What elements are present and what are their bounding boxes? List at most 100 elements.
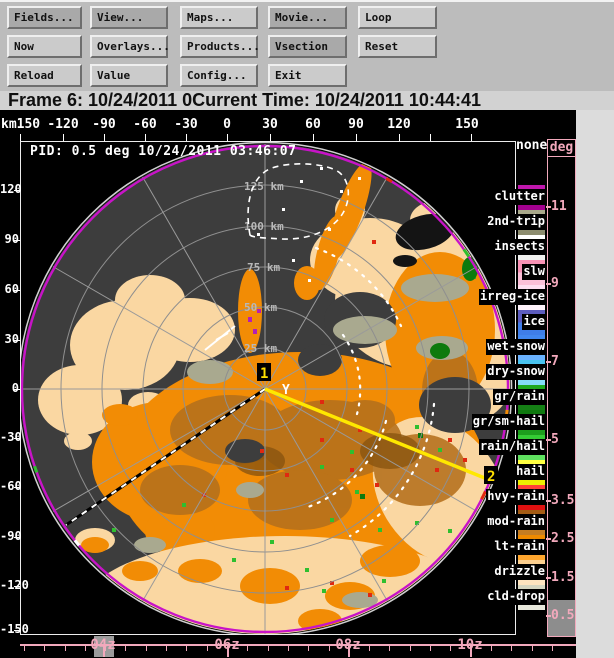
pid-status-text: PID: 0.5 deg 10/24/2011 03:46:07 [30, 144, 297, 159]
y-axis-tick [14, 340, 20, 341]
y-axis-tick [14, 190, 20, 191]
legend-label: mod-rain [486, 514, 546, 530]
elevation-tick-label[interactable]: 0.5 [551, 608, 577, 623]
x-axis-label: 150 [455, 117, 479, 132]
elevation-tick [546, 206, 551, 208]
reset-button[interactable]: Reset [358, 35, 437, 58]
x-axis-label: km150 [1, 117, 41, 132]
elevation-tick [546, 615, 551, 617]
legend-label: slw [522, 264, 546, 280]
x-axis-label: -90 [92, 117, 116, 132]
legend-label: dry-snow [486, 364, 546, 380]
now-button[interactable]: Now [7, 35, 82, 58]
x-axis-tick [104, 134, 105, 141]
elevation-tick-label[interactable]: 9 [551, 276, 577, 291]
exit-button[interactable]: Exit [268, 64, 347, 87]
time-label: 10z [457, 637, 483, 653]
x-axis-tick [471, 134, 472, 141]
svg-text:125 km: 125 km [244, 180, 284, 193]
x-axis-label: 120 [387, 117, 411, 132]
time-minor-tick [166, 646, 167, 651]
waypoint-1[interactable]: 1 [257, 363, 271, 382]
time-minor-tick [511, 646, 512, 651]
y-axis-tick [14, 630, 20, 631]
frame-label: Frame 6: 10/24/2011 0 [8, 90, 193, 110]
legend-label: hvy-rain [486, 489, 546, 505]
y-axis-tick [14, 290, 20, 291]
right-gutter [576, 110, 614, 658]
y-axis-label: -90 [0, 529, 22, 543]
legend-label: lt-rain [493, 539, 546, 555]
y-axis-label: -150 [0, 622, 29, 636]
y-axis-label: -60 [0, 479, 22, 493]
x-axis-tick [63, 134, 64, 141]
svg-text:25 km: 25 km [244, 342, 277, 355]
elevation-tick [546, 283, 551, 285]
vsection-button[interactable]: Vsection [268, 35, 347, 58]
time-label: 06z [214, 637, 240, 653]
time-minor-tick [186, 646, 187, 651]
x-axis-label: -60 [133, 117, 157, 132]
elevation-tick-label[interactable]: 3.5 [551, 493, 577, 508]
x-axis-label: 0 [223, 117, 231, 132]
time-minor-tick [308, 646, 309, 651]
legend-label: drizzle [493, 564, 546, 580]
track-symbol: Y [282, 383, 290, 398]
y-axis-tick [14, 586, 20, 587]
y-axis-tick [14, 537, 20, 538]
x-axis-label: 30 [262, 117, 278, 132]
y-axis-label: -120 [0, 578, 29, 592]
x-axis-tick [356, 134, 357, 141]
elevation-tick-label[interactable]: 7 [551, 354, 577, 369]
elevation-tick [546, 439, 551, 441]
elevation-tick [546, 577, 551, 579]
time-minor-tick [125, 646, 126, 651]
products-button[interactable]: Products... [180, 35, 260, 58]
y-axis-label: 30 [4, 332, 19, 346]
time-minor-tick [24, 646, 25, 651]
x-axis-label: 60 [305, 117, 321, 132]
elevation-tick-label[interactable]: 1.5 [551, 570, 577, 585]
y-axis-tick [14, 240, 20, 241]
y-axis-label: 0 [11, 381, 19, 395]
loop-button[interactable]: Loop [358, 6, 437, 29]
y-axis-label: -30 [0, 430, 22, 444]
time-minor-tick [552, 646, 553, 651]
elevation-tick [546, 500, 551, 502]
elevation-tick [546, 361, 551, 363]
overlays-button[interactable]: Overlays... [90, 35, 170, 58]
legend-label: irreg-ice [478, 289, 546, 305]
value-button[interactable]: Value [90, 64, 168, 87]
elevation-tick-label[interactable]: 11 [551, 199, 577, 214]
x-axis-label: 90 [348, 117, 364, 132]
elevation-tick-label[interactable]: 2.5 [551, 531, 577, 546]
time-minor-tick [44, 646, 45, 651]
legend-label: wet-snow [486, 339, 546, 355]
title-row: Frame 6: 10/24/2011 0 Current Time: 10/24… [0, 90, 614, 110]
config-button[interactable]: Config... [180, 64, 258, 87]
y-axis-label: 60 [4, 282, 19, 296]
waypoint-2[interactable]: 2 [484, 466, 498, 485]
svg-text:75 km: 75 km [247, 261, 280, 274]
legend-label: gr/rain [493, 389, 546, 405]
reload-button[interactable]: Reload [7, 64, 82, 87]
legend-label: rain/hail [478, 439, 546, 455]
movie-button[interactable]: Movie... [268, 6, 347, 29]
y-axis-label: 120 [0, 182, 22, 196]
elevation-tick-label[interactable]: 5 [551, 432, 577, 447]
time-minor-tick [268, 646, 269, 651]
time-minor-tick [532, 646, 533, 651]
time-minor-tick [65, 646, 66, 651]
x-axis-tick [145, 134, 146, 141]
view-button[interactable]: View... [90, 6, 168, 29]
maps-button[interactable]: Maps... [180, 6, 258, 29]
legend-label: clutter [493, 189, 546, 205]
menu-panel: Fields... View... Maps... Movie... Loop … [0, 0, 614, 91]
y-axis-tick [14, 487, 20, 488]
radar-display[interactable]: 125 km 100 km 75 km 50 km 25 km 1 Y 2 [20, 141, 516, 635]
current-time-label: Current Time: 10/24/2011 10:44:41 [192, 90, 481, 110]
x-axis-tick [186, 134, 187, 141]
y-axis-label: 90 [4, 232, 19, 246]
fields-button[interactable]: Fields... [7, 6, 82, 29]
x-axis-label: -120 [47, 117, 79, 132]
